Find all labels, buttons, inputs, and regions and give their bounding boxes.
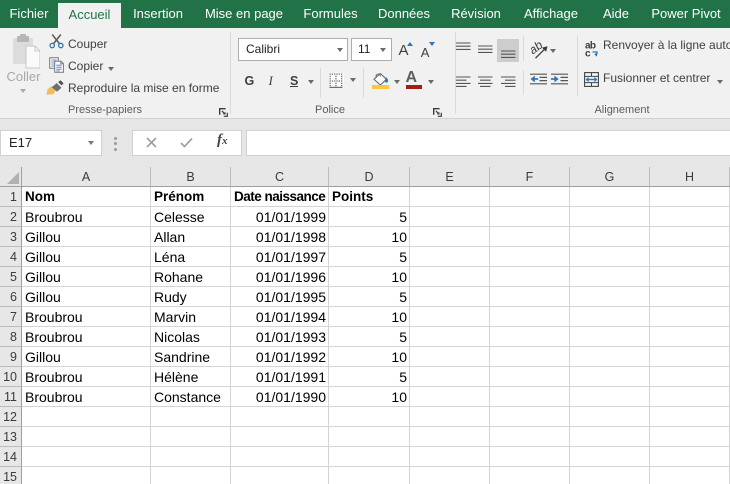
svg-text:c: c (585, 49, 591, 58)
